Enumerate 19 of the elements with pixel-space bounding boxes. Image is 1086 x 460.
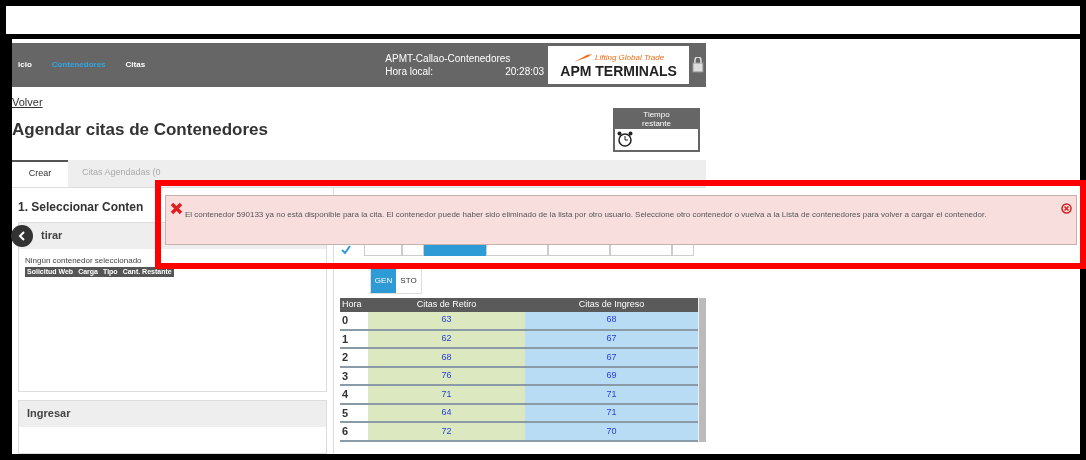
timer-label: Tiempo restante	[641, 109, 672, 128]
nav-link[interactable]: icio	[18, 59, 32, 71]
column-header: Citas de Ingreso	[525, 297, 698, 312]
section-title[interactable]: tirar	[41, 227, 63, 244]
section-title[interactable]: Ingresar	[27, 405, 71, 422]
page-title: Agendar citas de Contenedores	[12, 118, 268, 141]
terminal-name: APMT-Callao-Contenedores	[385, 52, 512, 65]
error-message: El contenedor 590133 ya no está disponible para la cita. El contenedor puede haber sido eliminado de la lista por otro usuario. Seleccione otro contenedor o vuelva a la Lista de contenedores para volver a cargar el contenedor.	[185, 209, 988, 220]
empty-message: Ningún contenedor seleccionado	[25, 254, 143, 267]
local-time: 20:28:03	[505, 65, 545, 78]
logo-tagline: Lifting Global Trade	[595, 51, 665, 64]
nav-link[interactable]: Citas	[125, 59, 146, 71]
column-header: Citas de Retiro	[368, 297, 526, 312]
tab[interactable]: Crear	[12, 159, 68, 187]
column-header: Hora	[340, 297, 368, 312]
time-label: Hora local:	[385, 65, 434, 78]
step-heading: 1. Seleccionar Conten	[18, 198, 144, 216]
back-link[interactable]: Volver	[12, 94, 43, 111]
logo-name: APM TERMINALS	[560, 63, 677, 79]
